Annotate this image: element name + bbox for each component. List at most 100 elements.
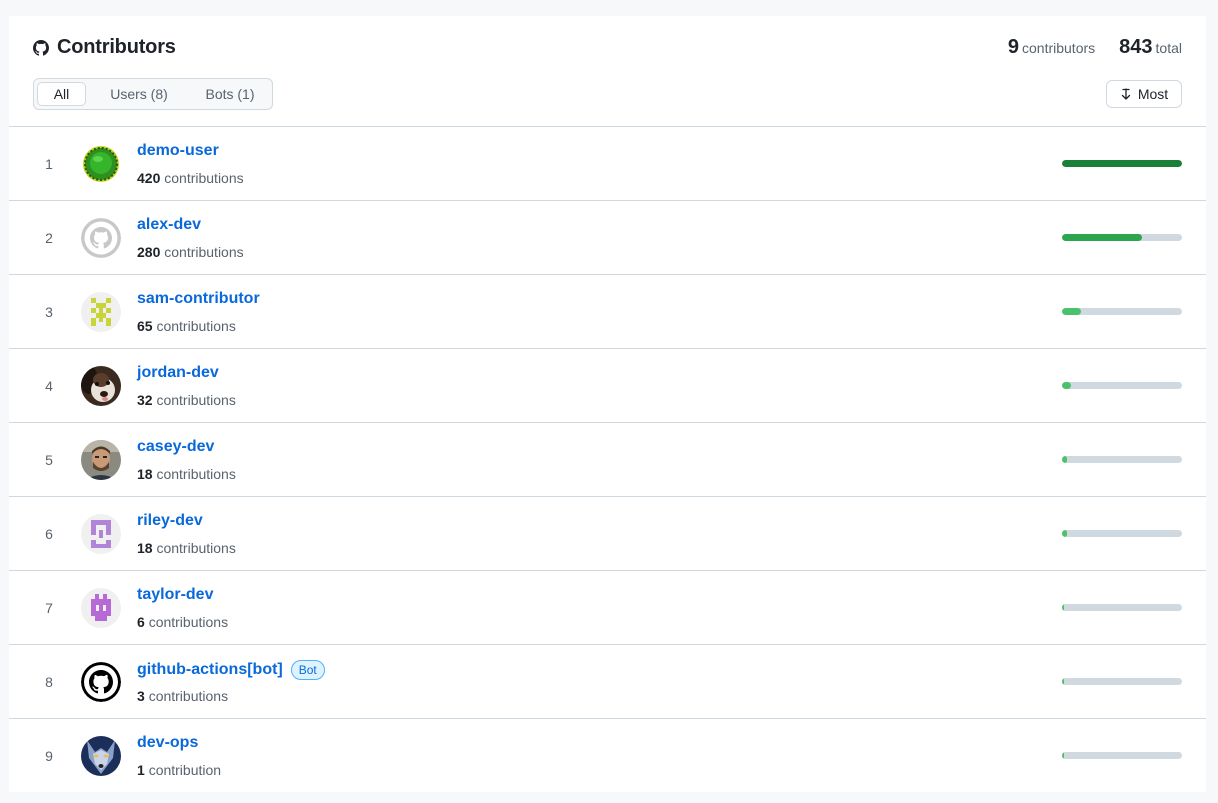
contribution-count: 65 contributions — [137, 318, 236, 334]
contributors-header: Contributors 9 contributors 843 total All … — [9, 16, 1206, 126]
contributor-row: 3 sam-contributor 65 contributions — [9, 274, 1206, 348]
name-line: taylor-dev — [137, 586, 213, 604]
contribution-bar — [1062, 752, 1182, 759]
contributor-name-link[interactable]: alex-dev — [137, 216, 201, 234]
total-stat: 843 total — [1119, 36, 1182, 59]
contributor-name-link[interactable]: taylor-dev — [137, 586, 213, 604]
contributor-row: 9 dev-ops 1 contribution — [9, 718, 1206, 792]
contribution-bar — [1062, 308, 1182, 315]
contribution-count: 6 contributions — [137, 614, 228, 630]
name-line: casey-dev — [137, 438, 214, 456]
contribution-number: 1 — [137, 762, 145, 778]
contribution-unit: contributions — [164, 244, 244, 260]
contribution-number: 18 — [137, 466, 153, 482]
title-group: Contributors — [33, 36, 176, 59]
contributor-row: 1 demo-user 420 contributions — [9, 126, 1206, 200]
identicon-purple-avatar[interactable] — [81, 514, 121, 554]
rank-number: 5 — [45, 452, 53, 468]
contributor-name-link[interactable]: github-actions[bot] — [137, 661, 283, 679]
contribution-bar-fill — [1062, 308, 1081, 315]
name-line: github-actions[bot] Bot — [137, 660, 325, 680]
contributor-row: 2 alex-dev 280 contributions — [9, 200, 1206, 274]
contribution-count: 18 contributions — [137, 540, 236, 556]
contribution-unit: contribution — [148, 762, 222, 778]
contributor-name-link[interactable]: demo-user — [137, 142, 219, 160]
stats-group: 9 contributors 843 total — [1008, 36, 1182, 59]
contributors-card: Contributors 9 contributors 843 total All … — [9, 16, 1206, 792]
contribution-number: 3 — [137, 688, 145, 704]
rank-number: 9 — [45, 748, 53, 764]
contribution-count: 18 contributions — [137, 466, 236, 482]
contribution-unit: contributions — [156, 318, 236, 334]
name-line: dev-ops — [137, 734, 198, 752]
filter-bots-button[interactable]: Bots (1) — [192, 82, 268, 106]
github-actions-avatar[interactable] — [81, 662, 121, 702]
contribution-number: 65 — [137, 318, 153, 334]
dog-photo-avatar[interactable] — [81, 366, 121, 406]
contribution-unit: contributions — [156, 392, 236, 408]
filter-all-button[interactable]: All — [37, 82, 86, 106]
contribution-unit: contributions — [156, 466, 236, 482]
name-line: alex-dev — [137, 216, 201, 234]
rank-number: 3 — [45, 304, 53, 320]
contribution-bar — [1062, 234, 1182, 241]
rank-number: 6 — [45, 526, 53, 542]
name-line: jordan-dev — [137, 364, 219, 382]
name-line: riley-dev — [137, 512, 203, 530]
rank-number: 7 — [45, 600, 53, 616]
total-count: 843 — [1119, 36, 1153, 58]
contribution-bar — [1062, 382, 1182, 389]
sort-desc-icon — [1120, 88, 1132, 100]
contribution-bar-fill — [1062, 456, 1068, 463]
contribution-bar-fill — [1062, 382, 1072, 389]
rank-number: 8 — [45, 674, 53, 690]
total-label: total — [1155, 40, 1182, 56]
contribution-bar — [1062, 160, 1182, 167]
identicon-yellow-avatar[interactable] — [81, 292, 121, 332]
rank-number: 1 — [45, 156, 53, 172]
contribution-bar — [1062, 604, 1182, 611]
identicon-violet-avatar[interactable] — [81, 588, 121, 628]
github-mark-icon — [33, 39, 49, 56]
contribution-count: 280 contributions — [137, 244, 244, 260]
contribution-bar-fill — [1062, 530, 1068, 537]
page-title: Contributors — [57, 36, 176, 58]
rank-number: 4 — [45, 378, 53, 394]
contribution-bar — [1062, 530, 1182, 537]
contribution-number: 32 — [137, 392, 153, 408]
rank-number: 2 — [45, 230, 53, 246]
contribution-unit: contributions — [164, 170, 244, 186]
wolf-photo-avatar[interactable] — [81, 736, 121, 776]
contribution-count: 3 contributions — [137, 688, 228, 704]
contribution-bar — [1062, 678, 1182, 685]
contributor-row: 4 jordan-dev 32 contributions — [9, 348, 1206, 422]
contribution-bar — [1062, 456, 1182, 463]
sort-label: Most — [1137, 86, 1169, 102]
green-badge-avatar[interactable] — [81, 144, 121, 184]
contribution-unit: contributions — [148, 688, 229, 704]
contribution-count: 1 contribution — [137, 762, 221, 778]
contributor-name-link[interactable]: sam-contributor — [137, 290, 260, 308]
filter-users-button[interactable]: Users (8) — [86, 82, 192, 106]
contribution-bar-fill — [1062, 160, 1182, 167]
name-line: demo-user — [137, 142, 219, 160]
contributors-count: 9 — [1007, 36, 1019, 58]
contribution-count: 420 contributions — [137, 170, 244, 186]
contributors-list: 1 demo-user 420 contributions 2 alex-dev… — [9, 126, 1206, 792]
contributor-name-link[interactable]: casey-dev — [137, 438, 214, 456]
contribution-bar-fill — [1062, 604, 1064, 611]
contributor-row: 6 riley-dev 18 contributions — [9, 496, 1206, 570]
filter-segmented-control: All Users (8) Bots (1) — [33, 78, 273, 110]
contributor-name-link[interactable]: dev-ops — [137, 734, 198, 752]
contributor-row: 5 casey-dev 18 contributions — [9, 422, 1206, 496]
contributor-name-link[interactable]: jordan-dev — [137, 364, 219, 382]
contributor-name-link[interactable]: riley-dev — [137, 512, 203, 530]
bot-badge: Bot — [290, 660, 325, 680]
contribution-bar-fill — [1062, 234, 1143, 241]
octocat-gray-avatar[interactable] — [81, 218, 121, 258]
contributor-row: 7 taylor-dev 6 contributions — [9, 570, 1206, 644]
contributors-label: contributors — [1022, 40, 1096, 56]
person-photo-avatar[interactable] — [81, 440, 121, 480]
sort-button[interactable]: Most — [1106, 80, 1182, 108]
contribution-number: 6 — [137, 614, 145, 630]
